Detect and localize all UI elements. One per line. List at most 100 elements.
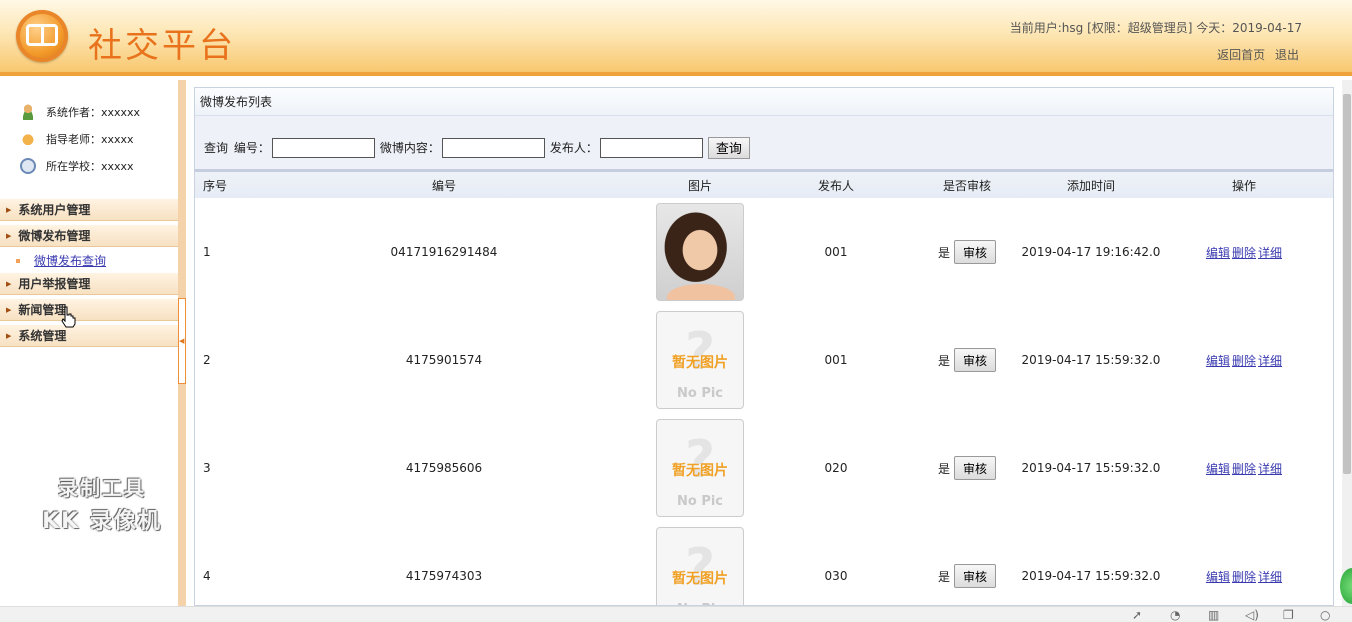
code-label: 编号： — [233, 141, 270, 155]
watermark-line1: 录制工具 — [58, 476, 146, 500]
browser-icon[interactable]: ◔ — [1170, 608, 1180, 622]
column-header: 操作 — [1231, 178, 1256, 193]
row-time: 2019-04-17 15:59:32.0 — [1021, 461, 1161, 475]
menu-system-users[interactable]: ▶ 系统用户管理 — [0, 199, 178, 221]
row-code: 4175985606 — [405, 461, 483, 475]
app-header: 社交平台 当前用户:hsg [权限：超级管理员] 今天：2019-04-17 返… — [0, 0, 1352, 76]
delete-link[interactable]: 删除 — [1232, 570, 1256, 584]
window-icon[interactable]: ❐ — [1283, 608, 1294, 622]
logout-link[interactable]: 退出 — [1275, 48, 1299, 62]
no-pic-placeholder[interactable]: ? 暂无图片 No Pic — [656, 527, 744, 605]
vertical-scrollbar[interactable] — [1342, 80, 1352, 606]
audit-button[interactable]: 审核 — [954, 564, 996, 588]
column-header: 序号 — [203, 178, 228, 193]
school-info: 所在学校：xxxxx — [20, 158, 134, 174]
volume-icon[interactable]: ◁) — [1245, 608, 1259, 622]
caret-right-icon: ▶ — [6, 279, 12, 288]
search-button[interactable]: 查询 — [707, 136, 750, 159]
caret-right-icon: ▶ — [6, 331, 12, 340]
row-time: 2019-04-17 15:59:32.0 — [1021, 569, 1161, 583]
teacher-info: 指导老师：xxxxx — [20, 131, 134, 147]
row-publisher: 030 — [824, 569, 848, 583]
row-audited: 是 — [937, 461, 950, 476]
submenu-link[interactable]: 微博发布查询 — [34, 252, 106, 269]
detail-link[interactable]: 详细 — [1258, 246, 1282, 260]
caret-right-icon: ▶ — [6, 231, 12, 240]
row-audited: 是 — [937, 353, 950, 368]
delete-link[interactable]: 删除 — [1232, 354, 1256, 368]
submenu-weibo-query[interactable]: 微博发布查询 — [16, 252, 106, 269]
edit-link[interactable]: 编辑 — [1206, 570, 1230, 584]
scrollbar-thumb[interactable] — [1343, 94, 1351, 474]
row-seq: 3 — [203, 461, 211, 475]
menu-system[interactable]: ▶ 系统管理 — [0, 325, 178, 347]
current-user-info: 当前用户:hsg [权限：超级管理员] 今天：2019-04-17 — [1009, 21, 1302, 35]
audit-button[interactable]: 审核 — [954, 456, 996, 480]
edit-link[interactable]: 编辑 — [1206, 246, 1230, 260]
row-audited: 是 — [937, 569, 950, 584]
app-title: 社交平台 — [88, 26, 236, 66]
collapse-handle[interactable] — [178, 298, 186, 384]
row-code: 4175901574 — [405, 353, 483, 367]
school-icon — [20, 158, 36, 174]
rocket-icon[interactable]: ➚ — [1132, 608, 1142, 622]
recorder-watermark: 录制工具 KK 录像机 — [32, 472, 172, 535]
table-row: 2 4175901574 ? 暂无图片 No Pic 001 是 审核 2019… — [195, 306, 1333, 414]
home-link[interactable]: 返回首页 — [1217, 48, 1265, 62]
menu-label: 用户举报管理 — [18, 277, 91, 291]
menu-news[interactable]: ▶ 新闻管理 — [0, 299, 178, 321]
publisher-label: 发布人： — [549, 141, 598, 155]
row-publisher: 020 — [824, 461, 848, 475]
menu-weibo-publish[interactable]: ▶ 微博发布管理 — [0, 225, 178, 247]
top-links: 返回首页 退出 — [1211, 46, 1299, 63]
panel-title: 微博发布列表 — [195, 88, 1333, 116]
hand-cursor-icon — [61, 306, 76, 328]
row-seq: 4 — [203, 569, 211, 583]
menu-label: 微博发布管理 — [18, 229, 91, 243]
column-header: 是否审核 — [942, 178, 991, 193]
author-info: 系统作者：xxxxxx — [20, 104, 140, 120]
audit-button[interactable]: 审核 — [954, 348, 996, 372]
row-time: 2019-04-17 19:16:42.0 — [1021, 245, 1161, 259]
detail-link[interactable]: 详细 — [1258, 354, 1282, 368]
search-bar: 查询 编号： 微博内容： 发布人： 查询 — [195, 116, 1333, 172]
bullet-icon — [16, 258, 20, 263]
code-input[interactable] — [271, 137, 375, 158]
detail-link[interactable]: 详细 — [1258, 570, 1282, 584]
author-label: 系统作者：xxxxxx — [46, 106, 141, 119]
table-header: 序号 编号 图片 发布人 是否审核 添加时间 操作 — [195, 172, 1333, 198]
caret-right-icon: ▶ — [6, 305, 12, 314]
row-audited: 是 — [937, 245, 950, 260]
query-label: 查询 — [204, 141, 229, 155]
no-pic-placeholder[interactable]: ? 暂无图片 No Pic — [656, 311, 744, 409]
column-header: 添加时间 — [1066, 178, 1115, 193]
content-input[interactable] — [441, 137, 545, 158]
table-row: 4 4175974303 ? 暂无图片 No Pic 030 是 审核 2019… — [195, 522, 1333, 605]
delete-link[interactable]: 删除 — [1232, 462, 1256, 476]
menu-label: 系统用户管理 — [18, 203, 91, 217]
table-row: 1 04171916291484 001 是 审核 2019-04-17 19:… — [195, 198, 1333, 306]
row-seq: 2 — [203, 353, 211, 367]
content-label: 微博内容： — [379, 141, 440, 155]
menu-user-reports[interactable]: ▶ 用户举报管理 — [0, 273, 178, 295]
delete-link[interactable]: 删除 — [1232, 246, 1256, 260]
table-row: 3 4175985606 ? 暂无图片 No Pic 020 是 审核 2019… — [195, 414, 1333, 522]
no-pic-placeholder[interactable]: ? 暂无图片 No Pic — [656, 419, 744, 517]
row-code: 04171916291484 — [390, 245, 498, 259]
logo-icon — [16, 10, 68, 62]
row-seq: 1 — [203, 245, 211, 259]
post-photo[interactable] — [656, 203, 744, 301]
school-label: 所在学校：xxxxx — [46, 160, 134, 173]
detail-link[interactable]: 详细 — [1258, 462, 1282, 476]
audit-button[interactable]: 审核 — [954, 240, 996, 264]
search-icon[interactable]: ○ — [1320, 608, 1330, 622]
teacher-label: 指导老师：xxxxx — [46, 133, 134, 146]
edit-link[interactable]: 编辑 — [1206, 462, 1230, 476]
bottom-toolbar: ➚ ◔ ▥ ◁) ❐ ○ — [0, 606, 1352, 622]
column-header: 图片 — [687, 178, 712, 193]
sidebar-splitter[interactable] — [178, 80, 186, 606]
author-icon — [20, 104, 36, 120]
trash-icon[interactable]: ▥ — [1208, 608, 1219, 622]
publisher-input[interactable] — [599, 137, 703, 158]
edit-link[interactable]: 编辑 — [1206, 354, 1230, 368]
